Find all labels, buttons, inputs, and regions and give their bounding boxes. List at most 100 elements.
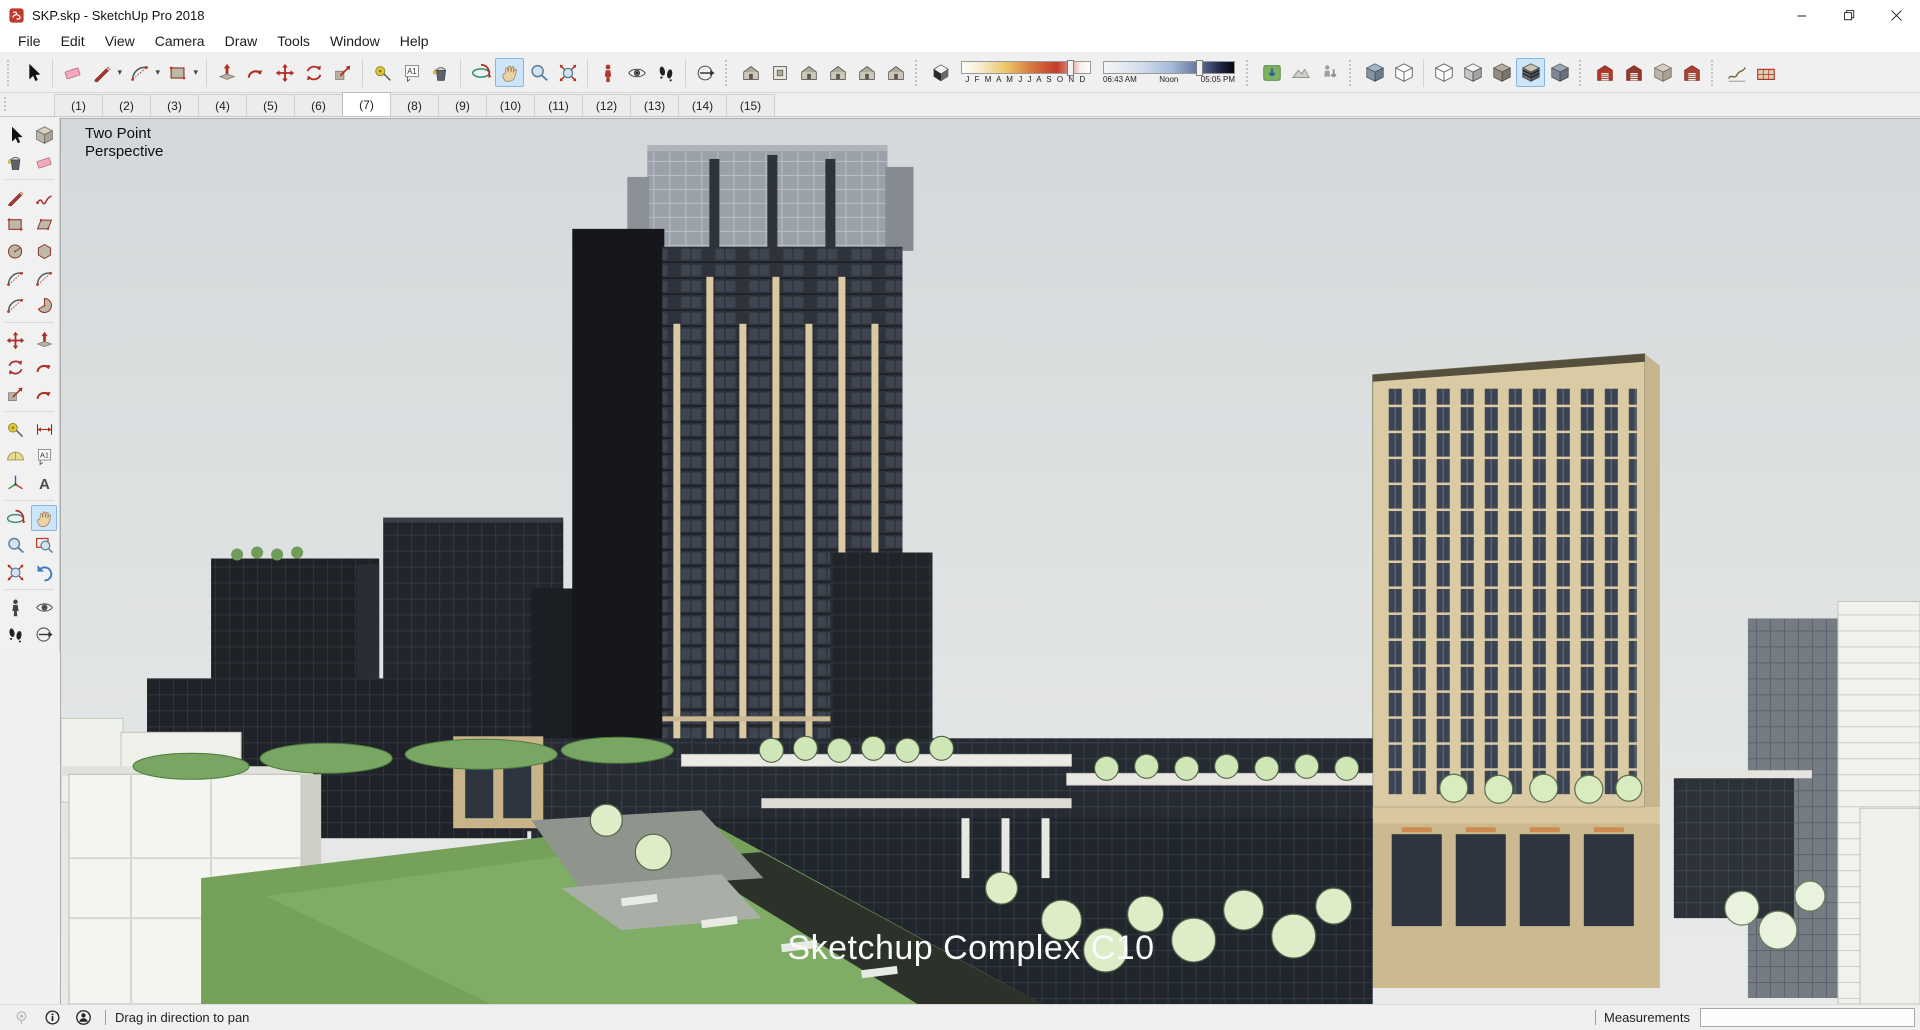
scene-tab-13[interactable]: (13) (630, 94, 679, 116)
text-icon[interactable] (397, 58, 426, 87)
scene-tab-8[interactable]: (8) (390, 94, 439, 116)
position-camera-icon[interactable] (2, 594, 28, 620)
photo-textures-icon[interactable] (1315, 58, 1344, 87)
from-contours-icon[interactable] (1722, 58, 1751, 87)
dimension-icon[interactable] (31, 416, 57, 442)
share-model-icon[interactable] (1619, 58, 1648, 87)
position-camera-icon[interactable] (593, 58, 622, 87)
scene-tab-12[interactable]: (12) (582, 94, 631, 116)
polygon-icon[interactable] (31, 238, 57, 264)
menu-window[interactable]: Window (320, 31, 390, 51)
orbit-icon[interactable] (2, 505, 28, 531)
follow-me-icon[interactable] (31, 354, 57, 380)
monochrome-icon[interactable] (1545, 58, 1574, 87)
back-view-icon[interactable] (852, 58, 881, 87)
extension-warehouse-icon[interactable] (1677, 58, 1706, 87)
protractor-icon[interactable] (2, 443, 28, 469)
shadows-toggle-icon[interactable] (926, 58, 955, 87)
zoom-icon[interactable] (524, 58, 553, 87)
close-button[interactable] (1873, 0, 1920, 30)
orbit-icon[interactable] (466, 58, 495, 87)
scene-tab-6[interactable]: (6) (294, 94, 343, 116)
scene-tab-2[interactable]: (2) (102, 94, 151, 116)
move-icon[interactable] (2, 327, 28, 353)
section-plane-icon[interactable] (31, 621, 57, 647)
back-edges-icon[interactable] (1389, 58, 1418, 87)
add-location-icon[interactable] (1257, 58, 1286, 87)
previous-icon[interactable] (31, 559, 57, 585)
wireframe-icon[interactable] (1429, 58, 1458, 87)
3d-text-icon[interactable] (31, 470, 57, 496)
menu-file[interactable]: File (8, 31, 51, 51)
front-view-icon[interactable] (794, 58, 823, 87)
from-scratch-icon[interactable] (1751, 58, 1780, 87)
top-view-icon[interactable] (765, 58, 794, 87)
menu-camera[interactable]: Camera (145, 31, 215, 51)
zoom-extents-icon[interactable] (553, 58, 582, 87)
walk-icon[interactable] (2, 621, 28, 647)
menu-edit[interactable]: Edit (51, 31, 95, 51)
credits-info-icon[interactable] (42, 1008, 62, 1028)
scene-tab-14[interactable]: (14) (678, 94, 727, 116)
axes-icon[interactable] (2, 470, 28, 496)
push-pull-icon[interactable] (212, 58, 241, 87)
rotate-icon[interactable] (2, 354, 28, 380)
scene-tab-1[interactable]: (1) (54, 94, 103, 116)
section-plane-icon[interactable] (691, 58, 720, 87)
freehand-icon[interactable] (31, 184, 57, 210)
minimize-button[interactable] (1779, 0, 1826, 30)
shaded-icon[interactable] (1487, 58, 1516, 87)
select-icon[interactable] (18, 58, 47, 87)
shadow-date-slider[interactable]: J F M A M J J A S O N D (961, 60, 1091, 84)
restore-button[interactable] (1826, 0, 1873, 30)
two-point-arc-icon[interactable] (31, 265, 57, 291)
menu-help[interactable]: Help (390, 31, 439, 51)
scene-tab-11[interactable]: (11) (534, 94, 583, 116)
menu-view[interactable]: View (95, 31, 145, 51)
walk-icon[interactable] (651, 58, 680, 87)
tape-measure-icon[interactable] (2, 416, 28, 442)
select-icon[interactable] (2, 122, 28, 148)
text-icon[interactable] (31, 443, 57, 469)
look-around-icon[interactable] (31, 594, 57, 620)
scale-icon[interactable] (2, 381, 28, 407)
line-icon[interactable] (2, 184, 28, 210)
paint-bucket-icon[interactable] (426, 58, 455, 87)
rectangle-icon[interactable] (2, 211, 28, 237)
make-component-icon[interactable] (31, 122, 57, 148)
scene-tab-15[interactable]: (15) (726, 94, 775, 116)
pan-icon[interactable] (31, 505, 57, 531)
offset-icon[interactable] (31, 381, 57, 407)
measurements-input[interactable] (1700, 1008, 1915, 1027)
shadow-time-slider[interactable]: 06:43 AM Noon 05:05 PM (1103, 60, 1235, 84)
menu-draw[interactable]: Draw (215, 31, 268, 51)
toggle-terrain-icon[interactable] (1286, 58, 1315, 87)
shadow-date-slider-thumb[interactable] (1066, 60, 1074, 76)
shapes-icon[interactable] (163, 58, 198, 87)
paint-bucket-icon[interactable] (2, 149, 28, 175)
scene-tab-4[interactable]: (4) (198, 94, 247, 116)
zoom-window-icon[interactable] (31, 532, 57, 558)
sign-in-icon[interactable] (73, 1008, 93, 1028)
right-view-icon[interactable] (823, 58, 852, 87)
rotated-rectangle-icon[interactable] (31, 211, 57, 237)
move-icon[interactable] (270, 58, 299, 87)
zoom-extents-icon[interactable] (2, 559, 28, 585)
scene-tab-5[interactable]: (5) (246, 94, 295, 116)
geolocation-icon[interactable] (11, 1008, 31, 1028)
look-around-icon[interactable] (622, 58, 651, 87)
eraser-icon[interactable] (31, 149, 57, 175)
three-point-arc-icon[interactable] (2, 292, 28, 318)
zoom-icon[interactable] (2, 532, 28, 558)
scale-icon[interactable] (328, 58, 357, 87)
share-component-icon[interactable] (1648, 58, 1677, 87)
hidden-line-icon[interactable] (1458, 58, 1487, 87)
circle-icon[interactable] (2, 238, 28, 264)
3d-warehouse-icon[interactable] (1590, 58, 1619, 87)
model-viewport[interactable]: Two Point Perspective Sketchup Complex C… (60, 118, 1920, 1004)
scene-tab-10[interactable]: (10) (486, 94, 535, 116)
iso-view-icon[interactable] (736, 58, 765, 87)
arcs-icon[interactable] (125, 58, 160, 87)
rotate-icon[interactable] (299, 58, 328, 87)
scene-tab-3[interactable]: (3) (150, 94, 199, 116)
